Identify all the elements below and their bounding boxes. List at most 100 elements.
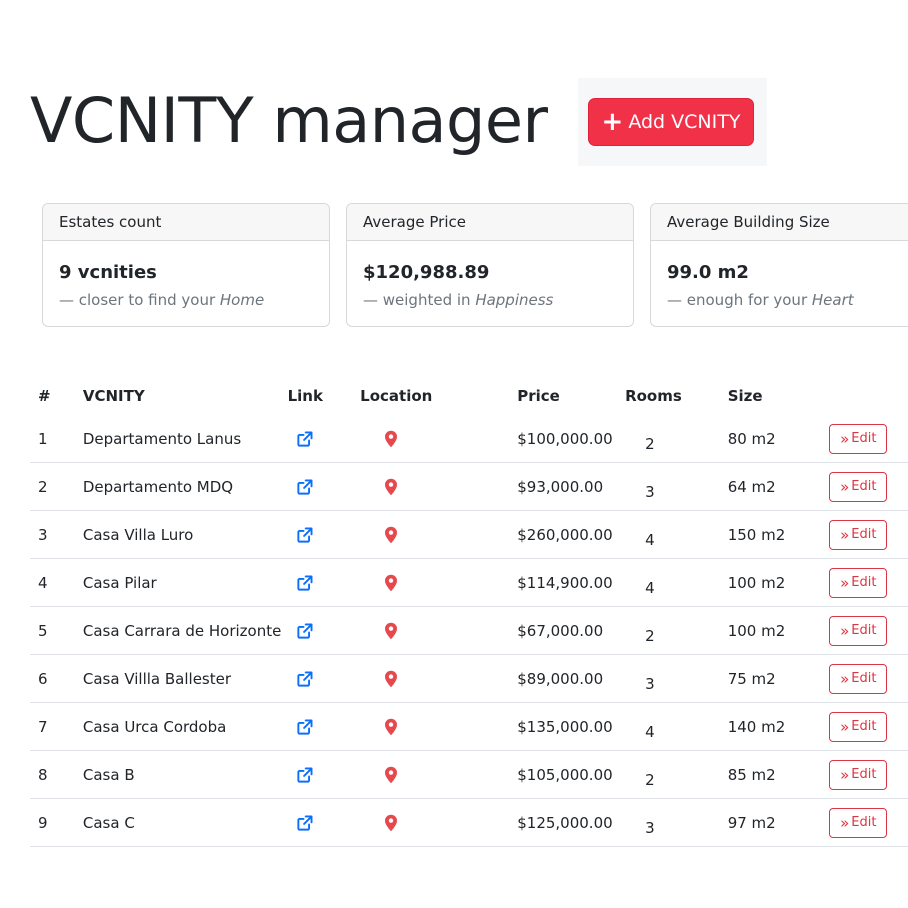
row-name: Casa Urca Cordoba: [82, 702, 288, 751]
table-row: 8 Casa B $105,000.00 2 85 m2» Edit: [30, 750, 908, 799]
row-rooms: 4: [615, 558, 718, 607]
plus-icon: +: [601, 107, 624, 137]
row-number: 9: [30, 798, 83, 847]
double-chevron-right-icon: »: [840, 765, 849, 784]
row-size: 97 m2: [717, 798, 830, 847]
edit-label: Edit: [851, 767, 877, 782]
row-name: Casa Carrara de Horizonte: [82, 606, 288, 655]
stat-card-value: $120,988.89: [363, 262, 490, 283]
external-link-icon[interactable]: [296, 814, 345, 832]
row-price: $114,900.00: [507, 558, 616, 607]
stat-card-estates-count: Estates count 9 vcnities — closer to fin…: [42, 203, 330, 327]
table-header-row: # VCNITY Link Location Price Rooms Size: [30, 377, 908, 415]
column-header-price: Price: [517, 387, 560, 405]
row-name: Departamento MDQ: [82, 462, 288, 511]
row-number: 4: [30, 558, 83, 607]
row-name: Casa Villa Luro: [82, 510, 288, 559]
double-chevron-right-icon: »: [840, 621, 849, 640]
row-price: $89,000.00: [507, 654, 616, 703]
edit-label: Edit: [851, 527, 877, 542]
table-row: 6 Casa Villla Ballester $89,000.00 3 75 m2» E…: [30, 654, 908, 703]
row-price: $260,000.00: [507, 510, 616, 559]
add-vcnity-label: Add VCNITY: [628, 111, 741, 133]
column-header-actions: [829, 377, 908, 415]
map-pin-icon[interactable]: [384, 718, 507, 736]
external-link-icon[interactable]: [296, 622, 345, 640]
edit-button[interactable]: » Edit: [829, 807, 888, 838]
row-price: $100,000.00: [507, 415, 616, 463]
external-link-icon[interactable]: [296, 766, 345, 784]
double-chevron-right-icon: »: [840, 429, 849, 448]
map-pin-icon[interactable]: [384, 622, 507, 640]
stat-card-title: Estates count: [43, 204, 329, 241]
row-rooms: 4: [615, 702, 718, 751]
double-chevron-right-icon: »: [840, 717, 849, 736]
row-number: 1: [30, 415, 83, 463]
table-row: 3 Casa Villa Luro $260,000.00 4 150 m2» Edit: [30, 510, 908, 559]
table-row: 7 Casa Urca Cordoba $135,000.00 4 140 m2» Edi…: [30, 702, 908, 751]
map-pin-icon[interactable]: [384, 430, 507, 448]
row-rooms: 2: [615, 606, 718, 655]
external-link-icon[interactable]: [296, 718, 345, 736]
edit-button[interactable]: » Edit: [829, 471, 888, 502]
external-link-icon[interactable]: [296, 670, 345, 688]
map-pin-icon[interactable]: [384, 478, 507, 496]
row-name: Casa Villla Ballester: [82, 654, 288, 703]
column-header-link: Link: [287, 387, 323, 405]
edit-button[interactable]: » Edit: [829, 519, 888, 550]
edit-label: Edit: [851, 575, 877, 590]
row-number: 5: [30, 606, 83, 655]
stat-card-average-price: Average Price $120,988.89 — weighted in …: [346, 203, 634, 327]
edit-label: Edit: [851, 431, 877, 446]
add-vcnity-button[interactable]: + Add VCNITY: [588, 98, 754, 146]
edit-button[interactable]: » Edit: [829, 711, 888, 742]
column-header-location: Location: [360, 387, 433, 405]
edit-label: Edit: [851, 671, 877, 686]
edit-label: Edit: [851, 479, 877, 494]
edit-button[interactable]: » Edit: [829, 423, 888, 454]
stat-card-title: Average Building Size: [651, 204, 908, 241]
stat-card-value: 99.0 m2: [667, 262, 749, 283]
edit-button[interactable]: » Edit: [829, 615, 888, 646]
edit-button[interactable]: » Edit: [829, 759, 888, 790]
stat-card-subtitle: — weighted in Happiness: [363, 291, 554, 309]
row-size: 100 m2: [717, 606, 830, 655]
double-chevron-right-icon: »: [840, 477, 849, 496]
stat-card-subtitle: — closer to find your Home: [59, 291, 265, 309]
table-row: 9 Casa C $125,000.00 3 97 m2» Edit: [30, 798, 908, 847]
column-header-size: Size: [727, 387, 763, 405]
map-pin-icon[interactable]: [384, 766, 507, 784]
estates-table: # VCNITY Link Location Price Rooms Size …: [30, 377, 908, 847]
external-link-icon[interactable]: [296, 526, 345, 544]
external-link-icon[interactable]: [296, 430, 345, 448]
edit-label: Edit: [851, 719, 877, 734]
row-size: 64 m2: [717, 462, 830, 511]
edit-button[interactable]: » Edit: [829, 663, 888, 694]
external-link-icon[interactable]: [296, 574, 345, 592]
add-button-container: + Add VCNITY: [578, 78, 767, 166]
row-number: 2: [30, 462, 83, 511]
map-pin-icon[interactable]: [384, 814, 507, 832]
row-number: 8: [30, 750, 83, 799]
row-size: 150 m2: [717, 510, 830, 559]
row-price: $67,000.00: [507, 606, 616, 655]
row-rooms: 3: [615, 654, 718, 703]
map-pin-icon[interactable]: [384, 574, 507, 592]
row-price: $125,000.00: [507, 798, 616, 847]
row-rooms: 2: [615, 750, 718, 799]
page-title: VCNITY manager: [30, 84, 548, 157]
row-number: 7: [30, 702, 83, 751]
column-header-rooms: Rooms: [625, 387, 682, 405]
table-row: 5 Casa Carrara de Horizonte $67,000.00 2 100…: [30, 606, 908, 655]
edit-button[interactable]: » Edit: [829, 567, 888, 598]
map-pin-icon[interactable]: [384, 670, 507, 688]
table-row: 1 Departamento Lanus $100,000.00 2 80 m2» Edi…: [30, 415, 908, 463]
map-pin-icon[interactable]: [384, 526, 507, 544]
row-size: 140 m2: [717, 702, 830, 751]
stat-card-average-size: Average Building Size 99.0 m2 — enough f…: [650, 203, 908, 327]
double-chevron-right-icon: »: [840, 525, 849, 544]
table-row: 4 Casa Pilar $114,900.00 4 100 m2» Edit: [30, 558, 908, 607]
external-link-icon[interactable]: [296, 478, 345, 496]
stat-card-title: Average Price: [347, 204, 633, 241]
table-row: 2 Departamento MDQ $93,000.00 3 64 m2» Edit: [30, 462, 908, 511]
